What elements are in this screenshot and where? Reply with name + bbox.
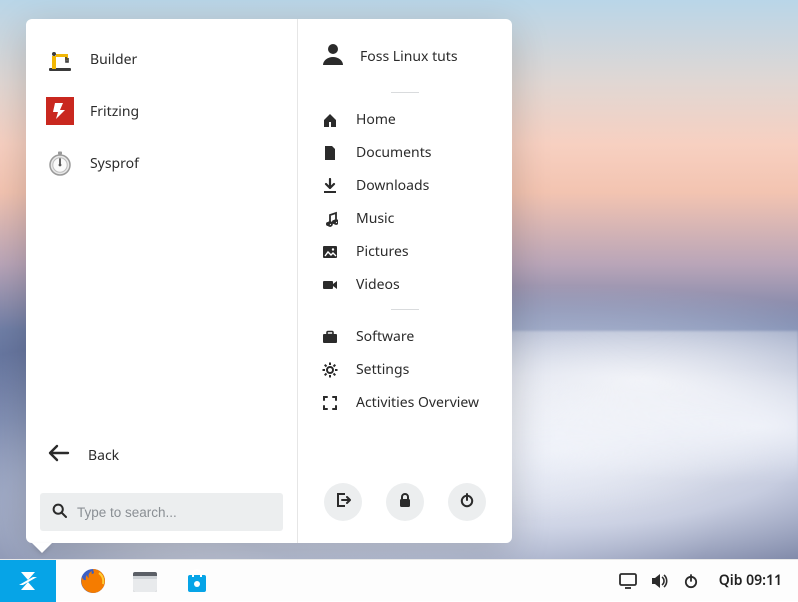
place-home[interactable]: Home <box>316 103 494 136</box>
video-icon <box>320 277 340 293</box>
volume-icon[interactable] <box>651 573 669 589</box>
place-label: Downloads <box>356 176 429 195</box>
zorin-menu-button[interactable] <box>0 560 56 602</box>
system-label: Software <box>356 327 414 346</box>
lock-icon <box>397 491 413 513</box>
home-icon <box>320 112 340 128</box>
app-label: Sysprof <box>90 154 139 173</box>
logout-icon <box>335 491 351 513</box>
user-name: Foss Linux tuts <box>360 47 458 66</box>
taskbar-clock[interactable]: Qib 09:11 <box>713 571 782 590</box>
place-music[interactable]: Music <box>316 202 494 235</box>
places-list: Home Documents Downloads Music <box>316 103 494 301</box>
fritzing-icon <box>46 97 74 125</box>
music-icon <box>320 211 340 227</box>
system-activities[interactable]: Activities Overview <box>316 386 494 419</box>
place-label: Home <box>356 110 396 129</box>
shopping-bag-icon <box>183 567 211 595</box>
app-item-fritzing[interactable]: Fritzing <box>40 89 283 133</box>
document-icon <box>320 145 340 161</box>
start-menu: Builder Fritzing <box>26 19 512 543</box>
taskbar-files[interactable] <box>130 566 160 596</box>
fullscreen-icon <box>320 395 340 411</box>
search-icon <box>52 501 67 523</box>
system-label: Settings <box>356 360 409 379</box>
session-buttons <box>316 469 494 531</box>
system-list: Software Settings Activities Overview <box>316 320 494 419</box>
gear-icon <box>320 362 340 378</box>
place-downloads[interactable]: Downloads <box>316 169 494 202</box>
divider <box>391 309 419 310</box>
place-label: Videos <box>356 275 400 294</box>
briefcase-icon <box>320 329 340 345</box>
app-label: Builder <box>90 50 137 69</box>
app-item-builder[interactable]: Builder <box>40 37 283 81</box>
power-button[interactable] <box>448 483 486 521</box>
taskbar-pinned <box>56 566 212 596</box>
app-list: Builder Fritzing <box>40 37 283 193</box>
app-item-sysprof[interactable]: Sysprof <box>40 141 283 185</box>
builder-icon <box>46 45 74 73</box>
user-row[interactable]: Foss Linux tuts <box>316 35 494 84</box>
system-tray: Qib 09:11 <box>619 571 798 590</box>
place-label: Documents <box>356 143 431 162</box>
place-label: Music <box>356 209 394 228</box>
place-videos[interactable]: Videos <box>316 268 494 301</box>
sysprof-icon <box>46 149 74 177</box>
picture-icon <box>320 244 340 260</box>
back-button[interactable]: Back <box>40 432 283 479</box>
power-icon <box>459 491 475 513</box>
app-label: Fritzing <box>90 102 139 121</box>
system-label: Activities Overview <box>356 393 479 412</box>
search-field[interactable] <box>40 493 283 531</box>
menu-left-panel: Builder Fritzing <box>26 19 298 543</box>
place-pictures[interactable]: Pictures <box>316 235 494 268</box>
taskbar: Qib 09:11 <box>0 559 798 601</box>
system-software[interactable]: Software <box>316 320 494 353</box>
user-icon <box>320 41 346 72</box>
arrow-left-icon <box>46 442 70 469</box>
search-input[interactable] <box>77 505 271 520</box>
folder-icon <box>131 568 159 594</box>
tray-power-icon[interactable] <box>683 573 699 589</box>
divider <box>391 92 419 93</box>
system-settings[interactable]: Settings <box>316 353 494 386</box>
place-documents[interactable]: Documents <box>316 136 494 169</box>
back-label: Back <box>88 446 119 465</box>
firefox-icon <box>79 567 107 595</box>
zorin-icon <box>14 567 42 595</box>
taskbar-software[interactable] <box>182 566 212 596</box>
display-icon[interactable] <box>619 573 637 589</box>
place-label: Pictures <box>356 242 409 261</box>
lock-button[interactable] <box>386 483 424 521</box>
menu-right-panel: Foss Linux tuts Home Documents Downlo <box>298 19 512 543</box>
logout-button[interactable] <box>324 483 362 521</box>
download-icon <box>320 178 340 194</box>
taskbar-firefox[interactable] <box>78 566 108 596</box>
